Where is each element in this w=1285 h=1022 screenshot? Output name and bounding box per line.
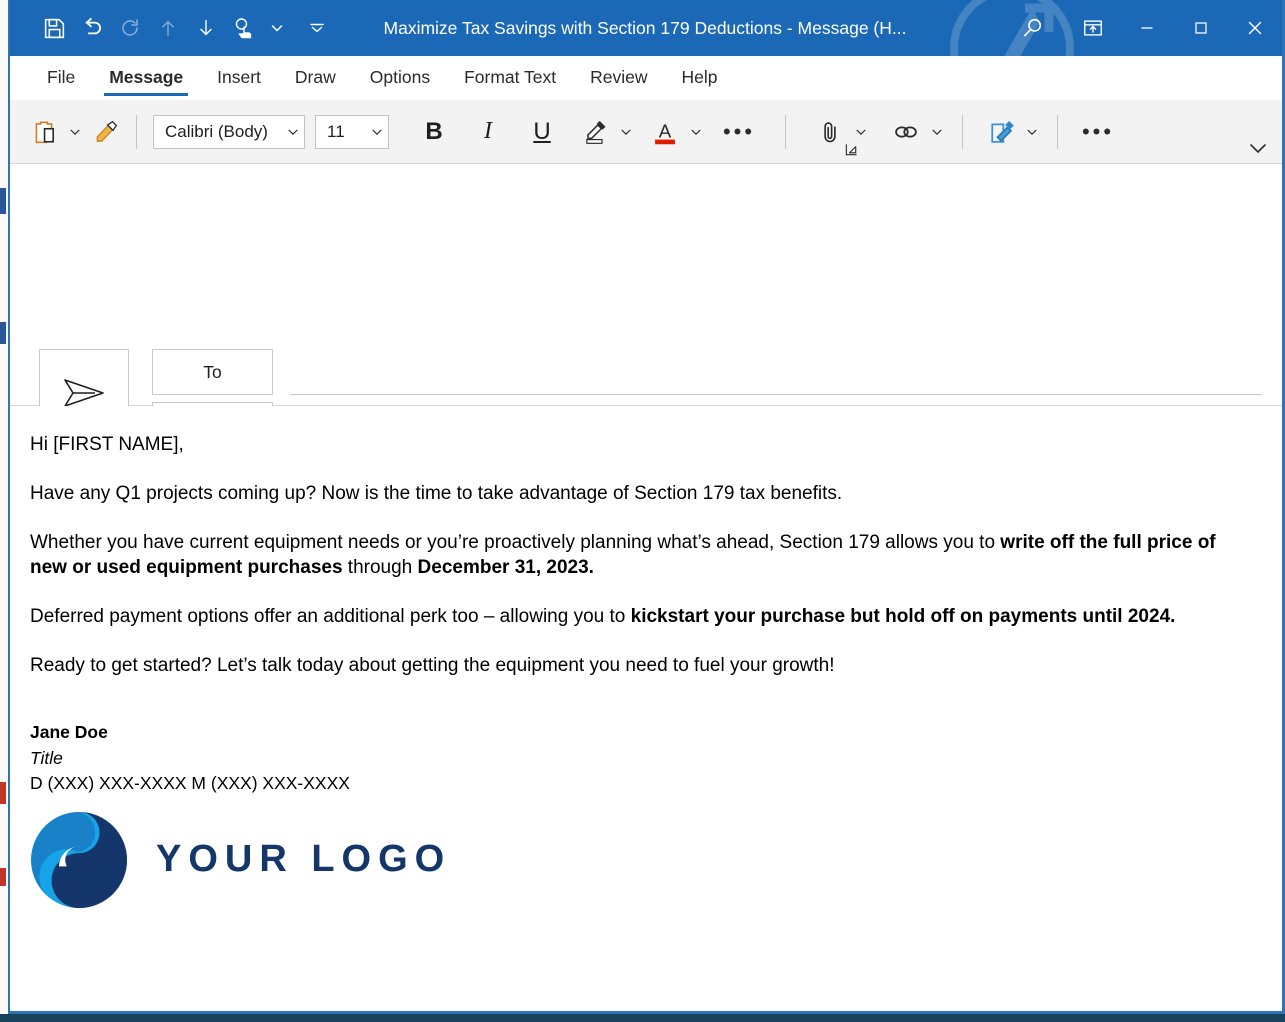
quick-access-toolbar: [10, 9, 330, 47]
link-chevron-down-icon[interactable]: [926, 110, 948, 154]
redo-icon[interactable]: [112, 9, 148, 47]
background-marker-2: [0, 322, 6, 344]
maximize-icon[interactable]: [1174, 0, 1228, 56]
ellipsis-icon-2: •••: [1081, 118, 1115, 144]
tab-label: File: [47, 67, 76, 87]
tab-label: Options: [369, 67, 431, 87]
font-size-chevron-down-icon[interactable]: [370, 125, 384, 139]
title-bar: Maximize Tax Savings with Section 179 De…: [10, 0, 1282, 56]
body-paragraph-4: Ready to get started? Let’s talk today a…: [30, 655, 835, 677]
font-name-value: Calibri (Body): [165, 121, 268, 141]
to-button[interactable]: To: [152, 349, 273, 395]
bold-label: B: [425, 117, 443, 145]
body-paragraph-1: Have any Q1 projects coming up? Now is t…: [30, 483, 843, 505]
background-marker-4: [0, 868, 6, 886]
italic-button[interactable]: I: [465, 110, 511, 154]
ribbon-separator: [136, 114, 137, 149]
tab-label: Draw: [294, 67, 336, 87]
signature-chevron-down-icon[interactable]: [1021, 110, 1043, 154]
more-commands-icon[interactable]: •••: [1078, 110, 1118, 154]
tab-help[interactable]: Help: [665, 56, 735, 99]
company-logo-icon: [30, 811, 128, 908]
save-icon[interactable]: [36, 9, 72, 47]
collapse-ribbon-icon[interactable]: [1246, 138, 1270, 158]
body-paragraph-3: Deferred payment options offer an additi…: [30, 604, 1245, 629]
logo-text: YOUR LOGO: [156, 838, 452, 881]
body-greeting: Hi [FIRST NAME],: [30, 434, 184, 455]
font-color-icon[interactable]: A: [645, 110, 685, 154]
tab-draw[interactable]: Draw: [278, 56, 353, 99]
customize-quick-access-icon[interactable]: [304, 9, 330, 47]
tab-label: Format Text: [464, 67, 557, 87]
next-item-icon[interactable]: [188, 9, 224, 47]
tab-message[interactable]: Message: [92, 56, 200, 99]
tab-review[interactable]: Review: [573, 56, 664, 99]
font-dialog-launcher-icon[interactable]: [842, 140, 860, 158]
svg-text:A: A: [659, 120, 672, 141]
window-controls: [1000, 0, 1282, 56]
p2-part-1: Whether you have current equipment needs…: [30, 532, 1001, 554]
compose-header: Send To Cc Bcc Subject Maximize Tax Savi…: [10, 164, 1282, 534]
tab-label: Review: [590, 67, 648, 87]
ribbon-toolbar: Calibri (Body) 11 B I U A ••• •••: [10, 100, 1282, 164]
previous-item-icon[interactable]: [150, 9, 186, 47]
format-painter-icon[interactable]: [86, 110, 126, 154]
touch-mouse-mode-icon[interactable]: [226, 9, 262, 47]
p3-part-1: Deferred payment options offer an additi…: [30, 606, 631, 628]
p2-bold-2: December 31, 2023.: [417, 557, 594, 579]
ribbon-separator-2: [785, 114, 786, 149]
p3-bold-1: kickstart your purchase but hold off on …: [630, 606, 1176, 628]
message-body[interactable]: Hi [FIRST NAME], Have any Q1 projects co…: [10, 406, 1282, 1011]
paste-icon[interactable]: [24, 110, 64, 154]
minimize-icon[interactable]: [1120, 0, 1174, 56]
to-row: To: [152, 349, 1262, 395]
window-title: Maximize Tax Savings with Section 179 De…: [383, 17, 907, 38]
to-input[interactable]: [290, 349, 1262, 395]
close-icon[interactable]: [1228, 0, 1282, 56]
paste-chevron-down-icon[interactable]: [64, 110, 86, 154]
ellipsis-icon: •••: [722, 118, 756, 144]
signature-logo: YOUR LOGO: [30, 811, 1252, 909]
font-name-chevron-down-icon[interactable]: [286, 125, 300, 139]
background-marker-1: [0, 188, 6, 214]
signature-title: Title: [30, 747, 63, 768]
font-name-combo[interactable]: Calibri (Body): [153, 114, 305, 149]
background-marker-3: [0, 782, 6, 804]
quick-access-chevron-down-icon[interactable]: [264, 9, 290, 47]
highlight-chevron-down-icon[interactable]: [615, 110, 637, 154]
tab-format-text[interactable]: Format Text: [447, 56, 573, 99]
font-size-value: 11: [327, 121, 345, 141]
bold-button[interactable]: B: [411, 110, 457, 154]
message-window: Maximize Tax Savings with Section 179 De…: [8, 0, 1285, 1014]
body-paragraph-2: Whether you have current equipment needs…: [30, 530, 1245, 580]
email-signature: Jane Doe Title D (XXX) XXX-XXXX M (XXX) …: [30, 720, 1252, 908]
p2-part-2: through: [342, 557, 418, 579]
tab-label: Help: [681, 67, 718, 87]
link-icon[interactable]: [886, 110, 926, 154]
tab-options[interactable]: Options: [353, 56, 447, 99]
italic-label: I: [484, 118, 492, 144]
ribbon-display-options-icon[interactable]: [1066, 0, 1120, 56]
font-size-combo[interactable]: 11: [315, 114, 389, 149]
signature-phones: D (XXX) XXX-XXXX M (XXX) XXX-XXXX: [30, 773, 350, 794]
font-color-chevron-down-icon[interactable]: [685, 110, 707, 154]
ribbon-separator-3: [962, 114, 963, 149]
send-paper-plane-icon: [64, 378, 104, 407]
tab-label: Message: [109, 67, 184, 87]
signature-name: Jane Doe: [30, 722, 108, 743]
taskbar-strip: [0, 1014, 1285, 1022]
signature-icon[interactable]: [981, 110, 1021, 154]
tab-file[interactable]: File: [30, 56, 92, 99]
more-basic-text-icon[interactable]: •••: [719, 110, 759, 154]
underline-button[interactable]: U: [519, 110, 565, 154]
underline-label: U: [533, 117, 551, 145]
text-highlight-color-icon[interactable]: [575, 110, 615, 154]
to-label: To: [203, 361, 222, 382]
undo-icon[interactable]: [74, 9, 110, 47]
ribbon-separator-4: [1057, 114, 1058, 149]
tab-insert[interactable]: Insert: [200, 56, 278, 99]
tab-label: Insert: [217, 67, 261, 87]
search-icon[interactable]: [1000, 0, 1066, 56]
ribbon-tabs: File Message Insert Draw Options Format …: [10, 56, 1282, 100]
